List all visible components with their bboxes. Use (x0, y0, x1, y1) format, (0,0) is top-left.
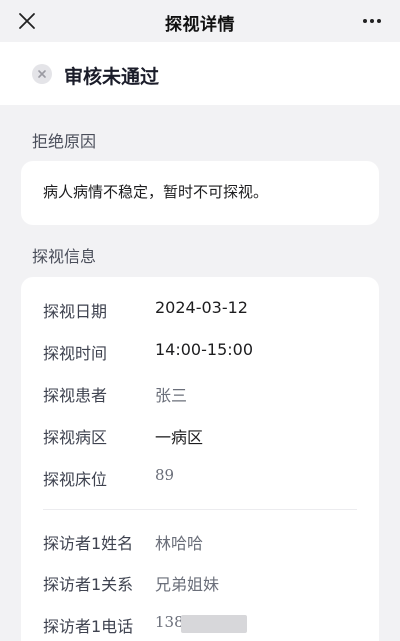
visitor-relation-label: 探访者1关系 (43, 575, 134, 594)
visitor-name-row: 探访者1姓名 林哈哈 (43, 530, 359, 554)
visitor-name-value: 林哈哈 (155, 534, 204, 553)
visit-ward-row: 探视病区 一病区 (43, 424, 359, 448)
visit-info-section-title: 探视信息 (32, 247, 97, 266)
visit-bed-value: 89 (155, 466, 175, 484)
visit-time-row: 探视时间 14:00-15:00 (43, 340, 359, 364)
phone-redaction-block (181, 615, 247, 633)
visit-time-value: 14:00-15:00 (155, 340, 253, 359)
visit-bed-label: 探视床位 (43, 470, 108, 489)
visit-time-label: 探视时间 (43, 344, 108, 363)
visitor-relation-row: 探访者1关系 兄弟姐妹 (43, 571, 359, 595)
visitor-relation-value: 兄弟姐妹 (155, 575, 220, 594)
visit-info-card: 探视日期 2024-03-12 探视时间 14:00-15:00 探视患者 张三… (21, 277, 379, 641)
visitor-phone-prefix: 138 (155, 613, 184, 631)
reject-section-title: 拒绝原因 (32, 132, 97, 151)
status-banner: 审核未通过 (0, 42, 400, 105)
reject-reason-text: 病人病情不稳定，暂时不可探视。 (43, 183, 269, 201)
status-text: 审核未通过 (64, 66, 160, 88)
visit-patient-value: 张三 (155, 386, 188, 405)
more-dots-icon[interactable] (360, 10, 384, 32)
visitor-phone-label: 探访者1电话 (43, 617, 134, 636)
visit-date-row: 探视日期 2024-03-12 (43, 298, 359, 322)
reject-reason-card: 病人病情不稳定，暂时不可探视。 (21, 161, 379, 225)
visit-ward-value: 一病区 (155, 428, 204, 447)
visitor-name-label: 探访者1姓名 (43, 534, 134, 553)
visitor-phone-value: 138 (155, 613, 247, 633)
visit-ward-label: 探视病区 (43, 428, 108, 447)
visit-patient-label: 探视患者 (43, 386, 108, 405)
visit-date-label: 探视日期 (43, 302, 108, 321)
visit-patient-row: 探视患者 张三 (43, 382, 359, 406)
visitor-phone-row: 探访者1电话 138 (43, 613, 359, 637)
visit-bed-row: 探视床位 89 (43, 466, 359, 490)
visit-date-value: 2024-03-12 (155, 298, 248, 317)
page-title: 探视详情 (165, 15, 235, 35)
section-divider (43, 509, 357, 510)
top-navbar: 探视详情 (0, 0, 400, 42)
x-circle-icon (32, 64, 52, 84)
